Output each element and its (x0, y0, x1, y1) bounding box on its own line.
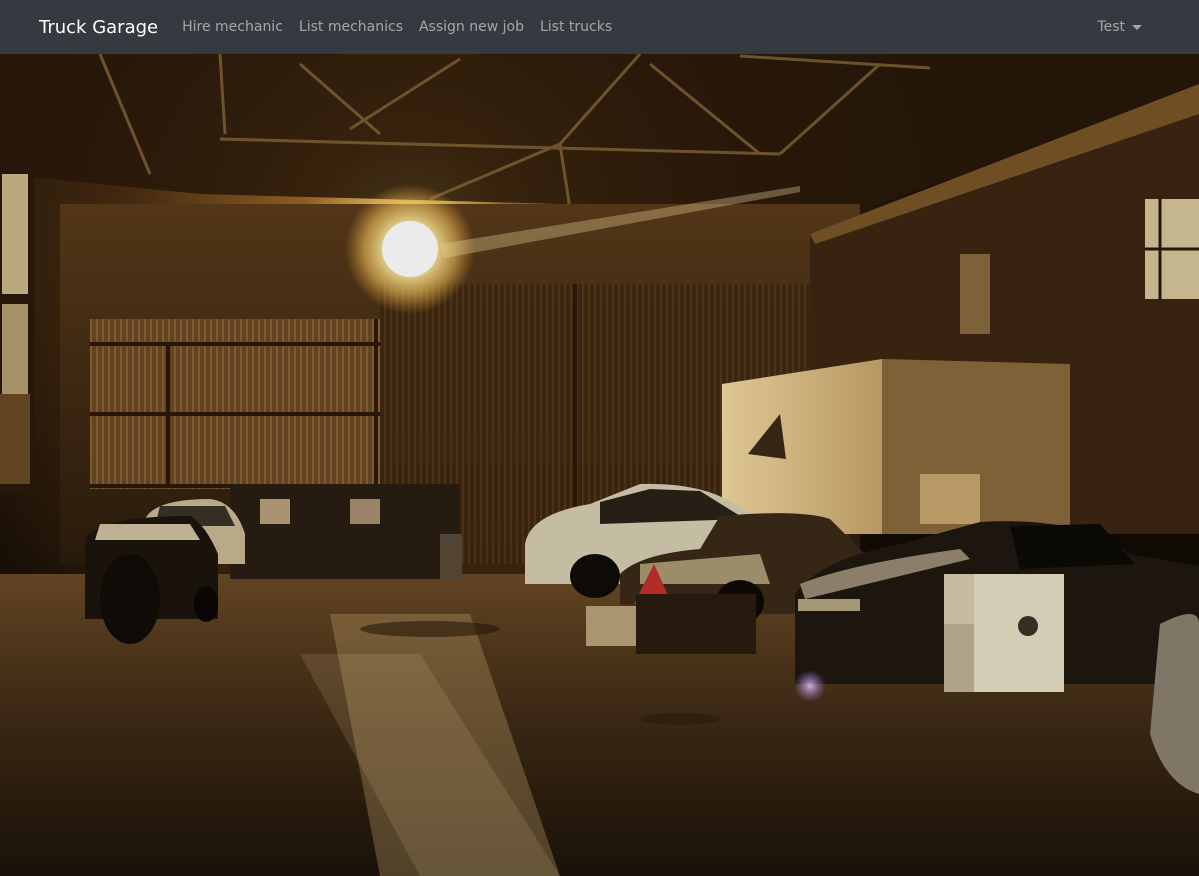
garage-background-illustration (0, 54, 1199, 876)
nav-link-list-trucks[interactable]: List trucks (540, 19, 612, 35)
nav-link-list-mechanics[interactable]: List mechanics (299, 19, 403, 35)
brand-link[interactable]: Truck Garage (39, 17, 158, 38)
user-menu-label: Test (1097, 19, 1125, 35)
top-navbar: Truck Garage Hire mechanic List mechanic… (0, 0, 1199, 54)
nav-links: Hire mechanic List mechanics Assign new … (182, 19, 628, 35)
caret-down-icon (1132, 24, 1142, 30)
hero-garage-image (0, 54, 1199, 876)
nav-link-hire-mechanic[interactable]: Hire mechanic (182, 19, 283, 35)
nav-link-assign-new-job[interactable]: Assign new job (419, 19, 524, 35)
user-menu-dropdown[interactable]: Test (1097, 19, 1142, 35)
